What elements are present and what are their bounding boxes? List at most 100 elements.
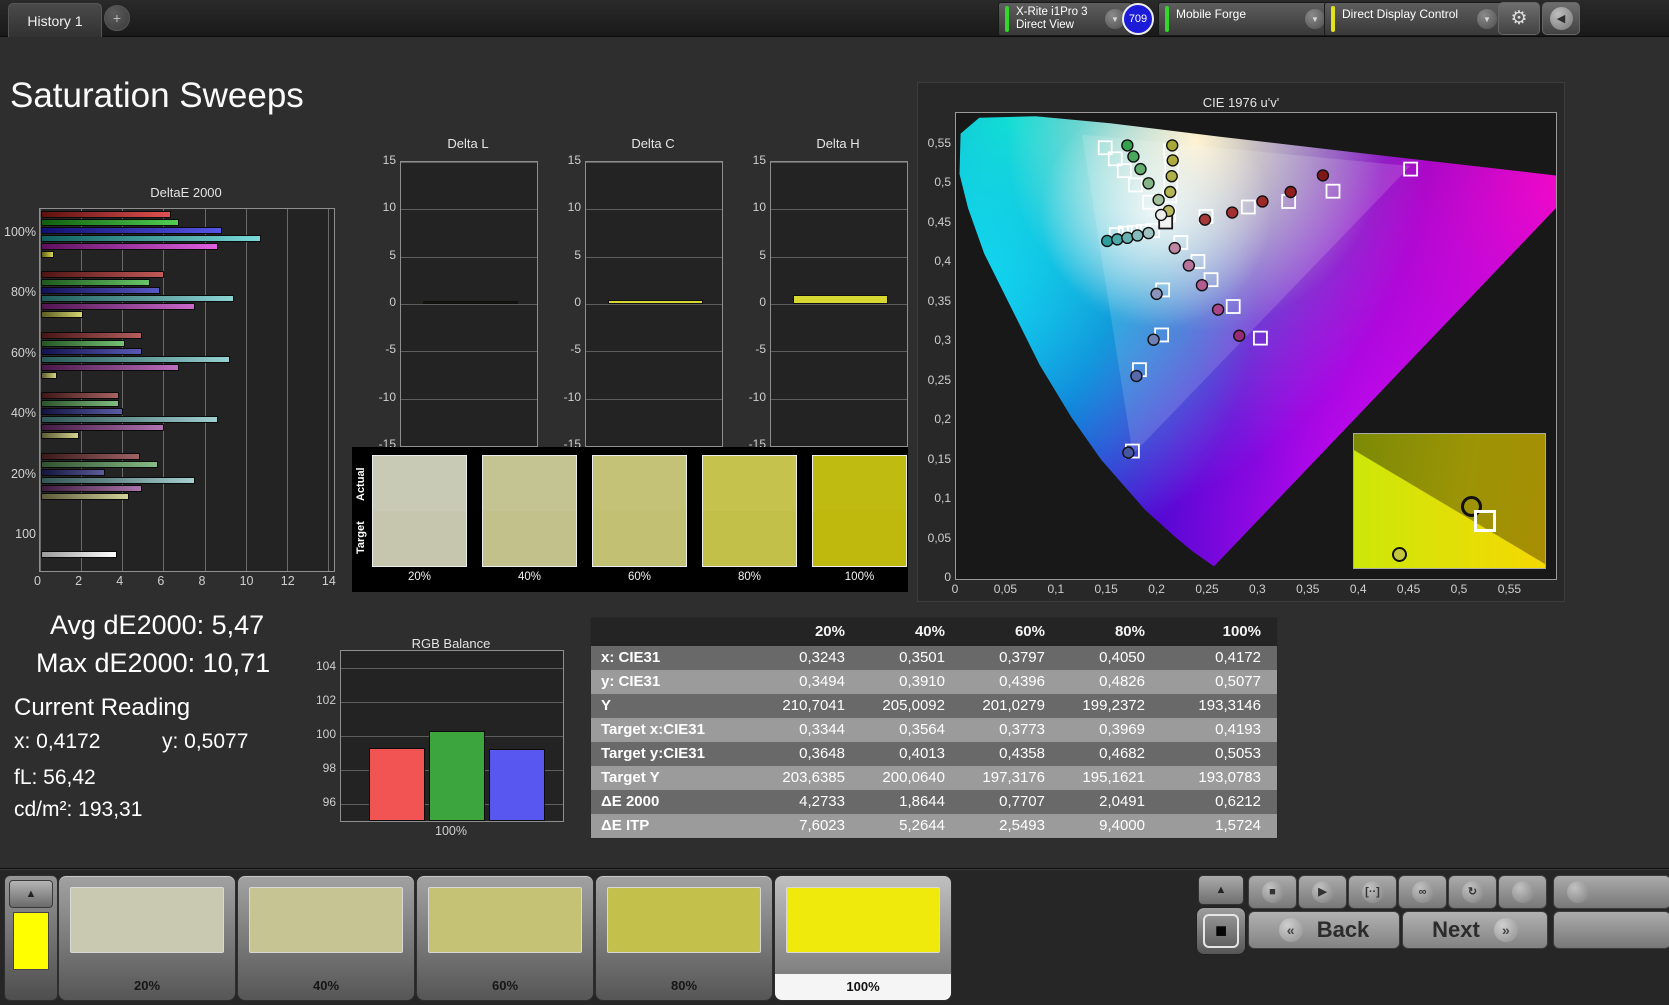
- meter-labels: X-Rite i1Pro 3 Direct View: [1016, 6, 1088, 32]
- cie-measured-marker: [1225, 206, 1239, 219]
- transport-row: ■ ▶ [··] ∞ ↻: [1248, 875, 1548, 909]
- deltae-bar: [41, 211, 171, 218]
- axis-tick-label: 0,55: [927, 135, 951, 150]
- cell-value: 0,3910: [899, 673, 945, 690]
- inset-target-icon: [1474, 510, 1497, 533]
- axis-tick-label: 0,1: [1047, 582, 1065, 596]
- chevron-down-icon[interactable]: ▼: [1477, 9, 1497, 29]
- rgb-bar-blue: [489, 748, 545, 821]
- mini-patch[interactable]: [13, 912, 49, 970]
- sweep-patch-100%[interactable]: 100%: [774, 875, 952, 1001]
- transport-continuous-button[interactable]: ∞: [1398, 875, 1447, 909]
- patch-scroll-up-button[interactable]: ▲: [9, 880, 53, 908]
- axis-tick-label: 10: [239, 574, 254, 588]
- chevron-down-icon[interactable]: ▼: [1305, 9, 1325, 29]
- stop-pattern-button[interactable]: ■: [1196, 907, 1246, 955]
- axis-tick-label: 0,25: [1195, 582, 1219, 596]
- cie-measured-marker: [1195, 278, 1209, 292]
- transport-range-button[interactable]: [··]: [1348, 875, 1397, 909]
- sweep-patch-20%[interactable]: 20%: [58, 875, 236, 1001]
- delta_c-ylabels: 15 10 5 0 -5 -10 -15: [551, 153, 581, 451]
- transport-stop-button[interactable]: ■: [1248, 875, 1297, 909]
- add-tab-button[interactable]: +: [104, 5, 130, 31]
- meas-table: 20% 40% 60% 80% 100% x: CIE31 0,3243 0,3501 0,37…: [590, 617, 1278, 839]
- display-dropdown[interactable]: Direct Display Control ▼: [1324, 2, 1504, 36]
- actual-row-label: Actual: [355, 467, 367, 501]
- axis-tick-label: -10: [378, 389, 396, 404]
- target-swatch: [703, 511, 796, 566]
- partial-button-top[interactable]: [1553, 875, 1669, 909]
- cie-measured-marker: [1100, 234, 1114, 248]
- axis-tick-label: -5: [755, 342, 766, 357]
- deltae-plot: [39, 208, 335, 572]
- transport-refresh-button[interactable]: ↻: [1448, 875, 1497, 909]
- cell-value: 0,3969: [1099, 721, 1145, 738]
- table-header-cell: 60%: [1014, 623, 1045, 640]
- axis-tick-label: 0: [574, 295, 581, 309]
- cie-zoom-inset: [1353, 433, 1546, 569]
- colorspace-badge[interactable]: 709: [1122, 3, 1154, 35]
- cie-measured-marker: [1154, 208, 1168, 222]
- gridline: [286, 209, 288, 571]
- settings-button[interactable]: ⚙: [1498, 2, 1540, 35]
- cie-measured-marker: [1284, 185, 1297, 199]
- play-icon: ▶: [1311, 881, 1334, 903]
- deltae-bar: [41, 432, 80, 439]
- source-dropdown[interactable]: Mobile Forge ▼: [1158, 2, 1332, 36]
- transport-play-button[interactable]: ▶: [1298, 875, 1347, 909]
- collapse-button[interactable]: ◀: [1542, 2, 1580, 35]
- delta-bar: [607, 299, 703, 304]
- rgb-xlabel: 100%: [435, 824, 467, 838]
- partial-button-bottom[interactable]: [1553, 911, 1669, 949]
- swatch-label: 40%: [517, 571, 542, 583]
- axis-tick-label: 15: [752, 153, 766, 167]
- axis-tick-label: 12: [280, 574, 295, 588]
- sweep-patch-60%[interactable]: 60%: [416, 875, 594, 1001]
- deltae-bar: [41, 279, 150, 286]
- gridline: [771, 162, 907, 163]
- sweep-patch-40%[interactable]: 40%: [237, 875, 415, 1001]
- transport-up-button[interactable]: ▲: [1198, 875, 1244, 905]
- cell-value: 4,2733: [799, 793, 845, 810]
- meter-mode: Direct View: [1016, 19, 1074, 31]
- table-row: Target Y 203,6385 200,0640 197,3176 195,1621…: [591, 766, 1277, 790]
- swatch-label: 80%: [737, 571, 762, 583]
- row-label: ΔE ITP: [601, 817, 650, 834]
- deltae-bar-group: [41, 271, 235, 319]
- cell-value: 0,3494: [799, 673, 845, 690]
- next-button[interactable]: Next »: [1402, 911, 1548, 949]
- axis-tick-label: 0,25: [927, 372, 951, 387]
- axis-group-label: 100%: [4, 225, 36, 239]
- axis-tick-label: 0,05: [927, 530, 951, 545]
- cie-xlabels: 0 0,05 0,1 0,15 0,2 0,25 0,3 0,35 0,4 0,45 0,5 0,55: [952, 582, 1555, 598]
- axis-tick-label: 96: [322, 795, 336, 809]
- axis-tick-label: 10: [567, 200, 581, 215]
- patch-label: 100%: [775, 974, 951, 1000]
- transport-blank-button[interactable]: [1498, 875, 1547, 909]
- axis-tick-label: 104: [315, 659, 336, 673]
- deltae-bar: [41, 227, 222, 234]
- cell-value: 5,2644: [899, 817, 945, 834]
- axis-group-label: 40%: [10, 406, 36, 420]
- history-tab[interactable]: History 1: [8, 3, 102, 37]
- cell-value: 9,4000: [1099, 817, 1145, 834]
- swatch-cell: [372, 455, 467, 567]
- cie-plot: [955, 112, 1557, 580]
- axis-tick-label: -5: [570, 342, 581, 357]
- sweep-patch-80%[interactable]: 80%: [595, 875, 773, 1001]
- row-label: x: CIE31: [601, 649, 661, 666]
- back-button[interactable]: « Back: [1248, 911, 1400, 949]
- meter-dropdown[interactable]: X-Rite i1Pro 3 Direct View ▼: [998, 2, 1132, 36]
- deltae-bar-group: [41, 453, 196, 501]
- axis-tick-label: -10: [748, 389, 766, 404]
- cell-value: 200,0640: [882, 769, 945, 786]
- cell-value: 0,6212: [1215, 793, 1261, 810]
- deltae-bar: [41, 243, 218, 250]
- blank-icon: [1511, 881, 1534, 903]
- swatch-cell: [482, 455, 577, 567]
- deltae-bar-group: [41, 211, 261, 259]
- table-header-cell: [591, 618, 761, 646]
- cie-measured-marker: [1165, 170, 1178, 183]
- table-row: Y 210,7041 205,0092 201,0279 199,2372 193,314…: [591, 694, 1277, 718]
- axis-tick-label: 0,15: [1094, 582, 1118, 596]
